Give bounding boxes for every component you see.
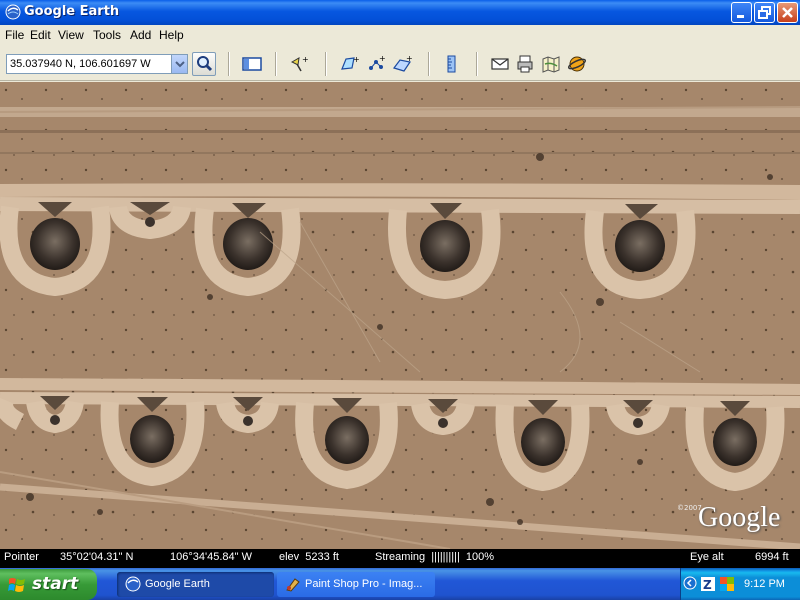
sky-switch-icon[interactable] xyxy=(567,54,587,74)
path-add-icon[interactable]: + xyxy=(366,54,386,74)
google-earth-icon xyxy=(125,576,141,592)
print-icon[interactable] xyxy=(515,54,535,74)
start-button[interactable]: start xyxy=(0,569,97,600)
google-logo: Google xyxy=(698,502,781,533)
paint-shop-pro-icon xyxy=(286,578,300,592)
search-dropdown-button[interactable] xyxy=(171,55,187,73)
menu-bar: File Edit View Tools Add Help xyxy=(0,25,800,45)
pointer-label: Pointer xyxy=(4,551,39,563)
google-maps-icon[interactable] xyxy=(541,54,561,74)
status-bar: Pointer 35°02'04.31" N 106°34'45.84" W e… xyxy=(0,549,800,568)
google-earth-icon xyxy=(5,4,21,20)
taskbar-item-google-earth[interactable]: Google Earth xyxy=(117,572,274,597)
windows-logo-icon xyxy=(8,578,25,592)
menu-view[interactable]: View xyxy=(58,28,84,42)
search-input[interactable]: 35.037940 N, 106.601697 W xyxy=(6,54,188,74)
menu-add[interactable]: Add xyxy=(130,28,151,42)
pointer-longitude: 106°34'45.84" W xyxy=(170,551,252,563)
toolbar: 35.037940 N, 106.601697 W + + + + xyxy=(0,45,800,81)
svg-text:+: + xyxy=(353,55,359,64)
eye-alt-value: 6994 ft xyxy=(755,551,789,563)
polygon-add-icon[interactable]: + xyxy=(339,54,359,74)
email-icon[interactable] xyxy=(490,54,510,74)
toolbar-separator xyxy=(476,52,478,76)
svg-text:Z: Z xyxy=(703,578,712,592)
start-label: start xyxy=(32,574,79,594)
svg-text:+: + xyxy=(406,54,412,63)
magnifier-icon xyxy=(197,56,213,72)
restore-icon xyxy=(758,6,771,19)
toolbar-separator xyxy=(228,52,230,76)
minimize-button[interactable] xyxy=(731,2,752,23)
streaming-progress: Streaming |||||||||| 100% xyxy=(375,551,495,563)
title-bar[interactable]: Google Earth xyxy=(0,0,800,25)
eye-alt-label: Eye alt xyxy=(690,551,724,563)
menu-edit[interactable]: Edit xyxy=(30,28,51,42)
menu-help[interactable]: Help xyxy=(159,28,184,42)
search-button[interactable] xyxy=(192,52,216,76)
placemark-add-icon[interactable]: + xyxy=(289,54,309,74)
window-title: Google Earth xyxy=(24,4,120,19)
google-earth-window: Google Earth File Edit View Tools Add He… xyxy=(0,0,800,568)
image-overlay-add-icon[interactable]: + xyxy=(392,54,412,74)
taskbar-item-label: Paint Shop Pro - Imag... xyxy=(305,578,423,590)
tray-expand-icon[interactable] xyxy=(683,576,697,590)
chevron-down-icon xyxy=(175,61,185,68)
svg-text:+: + xyxy=(379,54,386,63)
toolbar-separator xyxy=(275,52,277,76)
search-input-value: 35.037940 N, 106.601697 W xyxy=(10,58,151,70)
minimize-icon xyxy=(737,15,744,18)
restore-button[interactable] xyxy=(754,2,775,23)
taskbar: start Google Earth Paint Shop Pro - Imag… xyxy=(0,568,800,600)
clock: 9:12 PM xyxy=(744,578,785,590)
menu-file[interactable]: File xyxy=(5,28,24,42)
toolbar-separator xyxy=(428,52,430,76)
taskbar-item-paint-shop-pro[interactable]: Paint Shop Pro - Imag... xyxy=(277,572,435,597)
sidebar-toggle-icon[interactable] xyxy=(242,54,262,74)
close-button[interactable] xyxy=(777,2,798,23)
zonealarm-icon[interactable]: Z xyxy=(700,576,716,592)
close-icon xyxy=(782,7,793,18)
network-icon[interactable] xyxy=(719,576,735,592)
toolbar-separator xyxy=(325,52,327,76)
pointer-latitude: 35°02'04.31" N xyxy=(60,551,134,563)
map-view[interactable]: ©2007 Google xyxy=(0,82,800,549)
elevation-readout: elev 5233 ft xyxy=(279,551,339,563)
taskbar-item-label: Google Earth xyxy=(145,578,210,590)
ruler-icon[interactable] xyxy=(442,54,462,74)
menu-tools[interactable]: Tools xyxy=(93,28,121,42)
satellite-imagery xyxy=(0,82,800,549)
svg-text:+: + xyxy=(302,55,309,64)
